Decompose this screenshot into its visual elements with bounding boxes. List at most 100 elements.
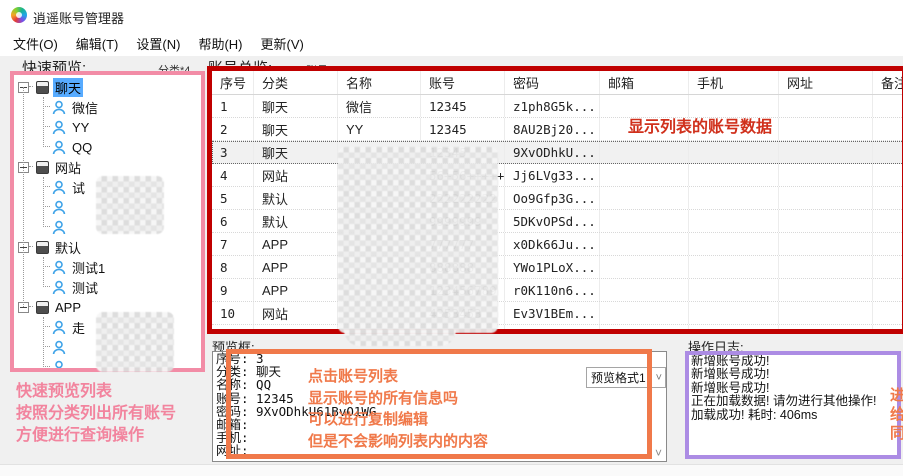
table-cell xyxy=(689,302,779,324)
account-table[interactable]: 序号分类名称账号密码邮箱手机网址备注1聊天微信12345z1ph8G5k...2… xyxy=(212,71,903,334)
table-row-7[interactable]: 7APP777777x0Dk66Ju... xyxy=(212,233,903,256)
tree-account-item[interactable]: 测试 xyxy=(43,277,100,297)
table-cell: 微信 xyxy=(338,95,421,117)
table-row-4[interactable]: 4网站56+56+++++Jj6LVg33... xyxy=(212,164,903,187)
tree-spine xyxy=(23,87,24,307)
category-icon xyxy=(36,241,49,254)
table-cell: YWo1PLoX... xyxy=(505,256,600,278)
tree-account-label: QQ xyxy=(70,140,94,155)
tree-spine xyxy=(43,317,44,367)
tree-connector xyxy=(43,366,50,368)
table-cell: 默认 xyxy=(254,210,338,232)
table-row-10[interactable]: 10网站4353453Ev3V1BEm... xyxy=(212,302,903,325)
account-icon xyxy=(52,360,66,369)
table-row-5[interactable]: 5默认222222222Oo9Gfp3G... xyxy=(212,187,903,210)
table-cell xyxy=(600,279,689,301)
account-icon xyxy=(52,140,66,155)
log-line: 加载成功! 耗时: 406ms xyxy=(689,409,897,422)
tree-account-item[interactable]: 微信 xyxy=(43,97,100,117)
tree-connector xyxy=(43,126,50,128)
table-cell xyxy=(689,187,779,209)
tree-account-item[interactable]: YY xyxy=(43,117,91,137)
menu-item-3[interactable]: 帮助(H) xyxy=(189,31,251,56)
table-cell: 3 xyxy=(212,141,254,163)
table-cell xyxy=(600,141,689,163)
window-title: 逍遥账号管理器 xyxy=(33,8,124,27)
tree-connector xyxy=(43,266,50,268)
preview-format-select[interactable]: 预览格式1 ˅ xyxy=(586,367,666,388)
column-header-4[interactable]: 密码 xyxy=(505,71,600,94)
table-cell: z1ph8G5k... xyxy=(505,95,600,117)
table-cell xyxy=(873,302,903,324)
table-cell: x0Dk66Ju... xyxy=(505,233,600,255)
annotation-line: 按照分类列出所有账号 xyxy=(16,403,176,425)
tree-account-item[interactable] xyxy=(43,337,74,357)
table-row-8[interactable]: 8APP888888YWo1PLoX... xyxy=(212,256,903,279)
column-header-0[interactable]: 序号 xyxy=(212,71,254,94)
table-cell: 10 xyxy=(212,302,254,324)
account-icon xyxy=(52,180,66,195)
tree-annotation-note: 快速预览列表按照分类列出所有账号方便进行查询操作 xyxy=(16,381,176,447)
tree-account-item[interactable] xyxy=(43,197,74,217)
table-row-2[interactable]: 2聊天YY123458AU2Bj20... xyxy=(212,118,903,141)
table-cell: Jj6LVg33... xyxy=(505,164,600,186)
tree-account-item[interactable]: 测试1 xyxy=(43,257,107,277)
menu-bar: 文件(O)编辑(T)设置(N)帮助(H)更新(V) xyxy=(0,30,903,56)
preview-line: 手机: xyxy=(213,431,666,444)
table-cell: 网站 xyxy=(254,164,338,186)
account-table-panel: 序号分类名称账号密码邮箱手机网址备注1聊天微信12345z1ph8G5k...2… xyxy=(207,66,903,334)
column-header-6[interactable]: 手机 xyxy=(689,71,779,94)
table-cell xyxy=(779,325,873,334)
table-cell: 12345 xyxy=(421,118,505,140)
tree-category-label: 网站 xyxy=(53,158,83,177)
table-cell xyxy=(779,187,873,209)
menu-item-1[interactable]: 编辑(T) xyxy=(67,31,128,56)
tree-category-APP[interactable]: APP xyxy=(18,297,83,317)
table-cell: 11 xyxy=(212,325,254,334)
column-header-1[interactable]: 分类 xyxy=(254,71,338,94)
table-cell xyxy=(689,325,779,334)
table-row-9[interactable]: 9APP123456789r0K110n6... xyxy=(212,279,903,302)
tree-account-item[interactable]: 试 xyxy=(43,177,87,197)
table-cell xyxy=(779,256,873,278)
account-icon xyxy=(52,220,66,235)
table-row-6[interactable]: 6默认99999995DKvOPSd... xyxy=(212,210,903,233)
table-cell xyxy=(779,118,873,140)
tree-category-默认[interactable]: 默认 xyxy=(18,237,83,257)
table-cell: APP xyxy=(254,233,338,255)
table-cell xyxy=(873,164,903,186)
table-cell xyxy=(873,141,903,163)
log-line: 正在加载数据! 请勿进行其他操作! xyxy=(689,395,897,408)
tree-category-label: APP xyxy=(53,300,83,315)
column-header-2[interactable]: 名称 xyxy=(338,71,421,94)
table-cell: 聊天 xyxy=(254,118,338,140)
table-cell xyxy=(779,210,873,232)
table-cell xyxy=(779,302,873,324)
mosaic-blur-tree-app xyxy=(96,312,174,372)
column-header-3[interactable]: 账号 xyxy=(421,71,505,94)
tree-account-item[interactable] xyxy=(43,357,74,368)
tree-account-label: 试 xyxy=(70,178,87,197)
column-header-5[interactable]: 邮箱 xyxy=(600,71,689,94)
menu-item-0[interactable]: 文件(O) xyxy=(4,31,67,56)
table-cell xyxy=(689,118,779,140)
table-row-1[interactable]: 1聊天微信12345z1ph8G5k... xyxy=(212,95,903,118)
category-icon xyxy=(36,81,49,94)
tree-account-item[interactable]: 走 xyxy=(43,317,87,337)
tree-category-聊天[interactable]: 聊天 xyxy=(18,77,83,97)
scroll-down-icon[interactable]: ˅ xyxy=(655,446,662,460)
tree-account-item[interactable] xyxy=(43,217,74,237)
table-cell: 5DKvOPSd... xyxy=(505,210,600,232)
table-row-11[interactable]: 11网站123456Ws6fu19R... xyxy=(212,325,903,334)
column-header-7[interactable]: 网址 xyxy=(779,71,873,94)
tree-account-item[interactable]: QQ xyxy=(43,137,94,157)
table-row-3[interactable]: 3聊天123459XvODhkU... xyxy=(212,141,903,164)
tree-category-网站[interactable]: 网站 xyxy=(18,157,83,177)
menu-item-4[interactable]: 更新(V) xyxy=(251,31,312,56)
table-cell xyxy=(779,141,873,163)
table-cell xyxy=(779,279,873,301)
menu-item-2[interactable]: 设置(N) xyxy=(127,31,189,56)
table-cell xyxy=(779,164,873,186)
tree-connector xyxy=(43,106,50,108)
column-header-8[interactable]: 备注 xyxy=(873,71,903,94)
